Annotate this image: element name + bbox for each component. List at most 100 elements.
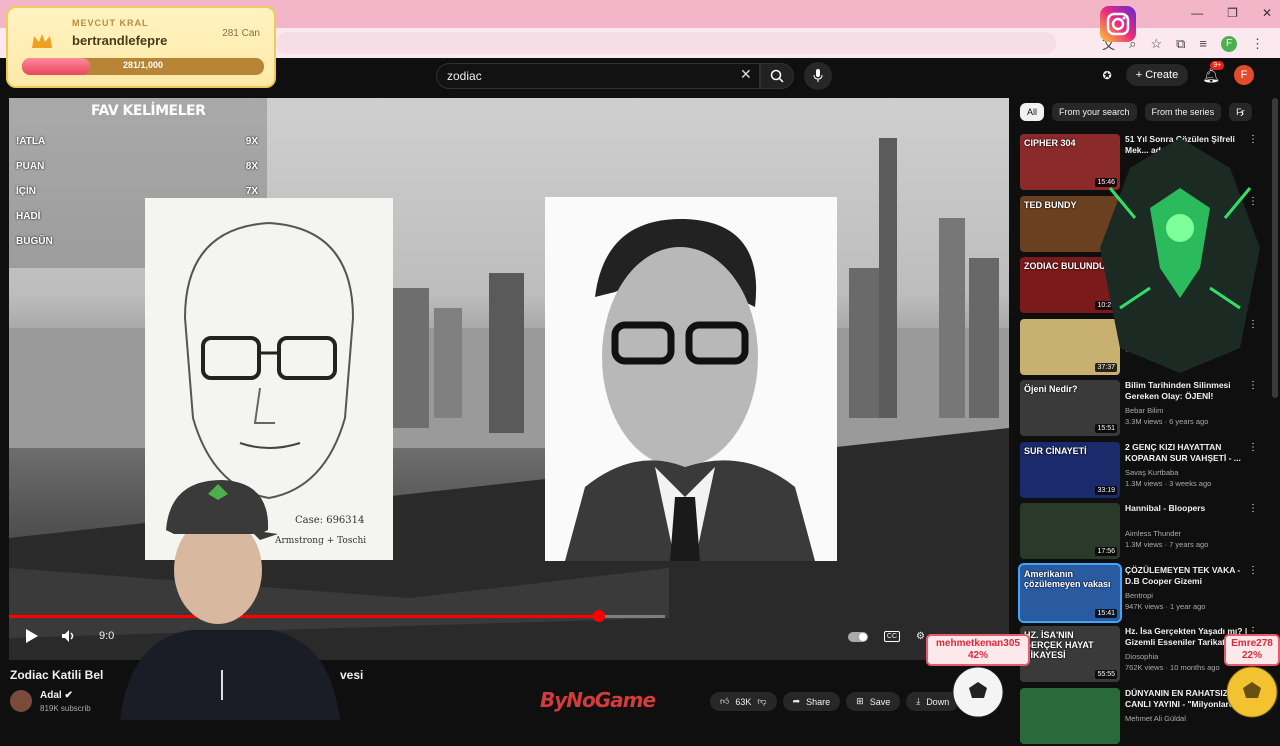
captions-button[interactable]: CC [883,631,901,642]
like-count: 63K [735,696,752,707]
recommendation-item[interactable]: Öjeni Nedir? 15:51 Bilim Tarihinden Silinm… [1020,380,1268,438]
video-title[interactable]: Bilim Tarihinden Silinmesi Gereken Olay:… [1125,380,1253,402]
window-controls: — ❐ ✕ [1191,6,1272,20]
media-icon[interactable]: ≡ [1199,36,1207,51]
notifications-button[interactable]: 🔔︎ 9+ [1202,60,1225,84]
fav-count: 8X [245,161,258,172]
fav-words-title: FAV KELİMELER [91,103,206,119]
soccer-ball-icon [952,666,1004,718]
progress-scrubber[interactable] [593,610,605,622]
create-label: Create [1145,69,1179,81]
chevron-right-icon[interactable]: › [1240,106,1244,120]
like-button[interactable]: 👍︎ 63K 👎︎ [710,692,777,711]
thumbnail-caption: Amerikanın çözülemeyen vakası [1024,568,1111,589]
recommendation-item[interactable]: 17:56 Hannibal - Bloopers Aimless Thunder 1… [1020,503,1268,561]
current-king-widget: MEVCUT KRAL bertrandlefepre 281 Can 281/… [6,6,276,88]
chip-all[interactable]: All [1020,103,1045,121]
download-label: Down [926,696,950,707]
video-thumbnail[interactable] [1020,687,1120,744]
video-meta: Aimless Thunder 1.3M views · 7 years ago [1125,528,1255,550]
more-options-icon[interactable]: ⋮ [1248,503,1258,514]
video-thumbnail[interactable]: SUR CİNAYETİ 33:19 [1020,441,1120,498]
clear-search-icon[interactable]: ✕ [740,66,752,83]
thumbs-down-icon[interactable]: 👎︎ [757,696,766,707]
king-health-text: 281/1,000 [122,60,164,70]
player-controls-right: CC ⚙ [847,631,925,642]
profile-avatar[interactable]: F [1221,35,1237,52]
fav-row: !ATLA 9X [16,136,258,147]
close-window-button[interactable]: ✕ [1262,6,1272,20]
green-monster-overlay [1100,138,1260,373]
vote-right-box: Emre278 22% [1224,634,1280,666]
more-options-icon[interactable]: ⋮ [1248,380,1258,391]
more-options-icon[interactable]: ⋮ [1248,565,1258,576]
search-button[interactable] [760,63,794,89]
channel-name: Aimless Thunder [1125,529,1182,538]
share-label: Share [806,696,831,707]
fav-count: 7X [245,186,258,197]
maximize-button[interactable]: ❐ [1227,6,1238,20]
channel-avatar[interactable] [10,690,32,712]
scrollbar[interactable] [1272,98,1278,398]
video-title[interactable]: ÇÖZÜLEMEYEN TEK VAKA - D.B Cooper Gizemi [1125,565,1253,587]
channel-name: Savaş Kurtbaba [1125,467,1179,477]
search-icon [770,69,784,83]
notifications-badge: 9+ [1210,60,1225,70]
save-label: Save [869,696,891,707]
channel-name: Bentropi [1125,590,1153,600]
thumbnail-caption: HZ. İSA'NIN GERÇEK HAYAT HİKAYESİ [1024,630,1094,660]
video-actions: 👍︎ 63K 👎︎ ➦ Share ⊞ Save ⤓ Down [710,692,960,711]
vote-left-box: mehmetkenan305 42% [926,634,1030,666]
streamer-webcam [120,480,340,720]
golden-ball-icon [1226,666,1278,718]
bynogame-logo: ByNoGame [540,688,656,712]
vote-right-name: Emre278 [1231,638,1273,649]
channel-name[interactable]: Adal ✔ [40,690,73,701]
user-avatar[interactable]: F [1234,65,1254,85]
autoplay-toggle[interactable] [847,631,868,642]
browser-menu-icon[interactable]: ⋮ [1251,36,1264,52]
video-duration: 15:51 [1095,424,1117,433]
views-and-age: 947K views · 1 year ago [1125,601,1206,611]
crown-icon [32,34,52,48]
recommendation-item[interactable]: Amerikanın çözülemeyen vakası 15:41 ÇÖZÜLE… [1018,562,1268,623]
video-thumbnail[interactable]: Amerikanın çözülemeyen vakası 15:41 [1018,562,1122,623]
search-input[interactable]: zodiac [436,63,760,89]
king-label: MEVCUT KRAL [72,18,149,28]
download-icon: ⤓ [916,696,921,706]
save-button[interactable]: ⊞ Save [846,692,901,711]
video-thumbnail[interactable]: Öjeni Nedir? 15:51 [1020,380,1120,436]
minimize-button[interactable]: — [1191,6,1203,20]
fav-word: BUGÜN [16,236,53,247]
video-title[interactable]: Hannibal - Bloopers [1125,503,1253,514]
settings-icon[interactable]: ⚙ [916,631,925,642]
url-field[interactable] [276,32,1056,54]
video-duration: 33:19 [1095,485,1117,495]
verified-icon: ✔ [64,690,73,701]
king-hp: 281 Can [222,28,260,39]
share-icon: ➦ [792,696,801,706]
fav-word: PUAN [16,161,45,172]
extensions-icon[interactable]: ⧉ [1176,36,1185,52]
play-icon[interactable] [25,628,39,644]
vote-left-pct: 42% [967,650,988,661]
create-button[interactable]: + Create [1125,64,1189,86]
views-and-age: 3.3M views · 6 years ago [1125,417,1209,426]
recommendation-item[interactable]: SUR CİNAYETİ 33:19 2 GENÇ KIZI HAYATTAN KO… [1020,441,1268,500]
header-actions: ✪ + Create 🔔︎ 9+ F [1102,60,1254,86]
cast-icon[interactable]: ✪ [1102,69,1111,82]
share-button[interactable]: ➦ Share [782,692,841,711]
suspect-photo-image [545,197,837,561]
star-icon[interactable]: ☆ [1150,36,1162,52]
chip-from-the-series[interactable]: From the series [1144,103,1222,121]
video-thumbnail[interactable]: 17:56 [1020,503,1120,559]
volume-icon[interactable] [61,629,77,643]
subscriber-count: 819K subscrib [40,704,91,713]
video-thumbnail[interactable]: HZ. İSA'NIN GERÇEK HAYAT HİKAYESİ 55:55 [1020,626,1120,682]
more-options-icon[interactable]: ⋮ [1248,442,1258,453]
voice-search-button[interactable] [804,62,832,90]
bookmark-icon: ⊞ [856,696,864,706]
video-title[interactable]: 2 GENÇ KIZI HAYATTAN KOPARAN SUR VAHŞETİ… [1125,442,1253,464]
chip-from-your-search[interactable]: From your search [1052,103,1137,121]
fav-word: İÇİN [16,186,36,197]
